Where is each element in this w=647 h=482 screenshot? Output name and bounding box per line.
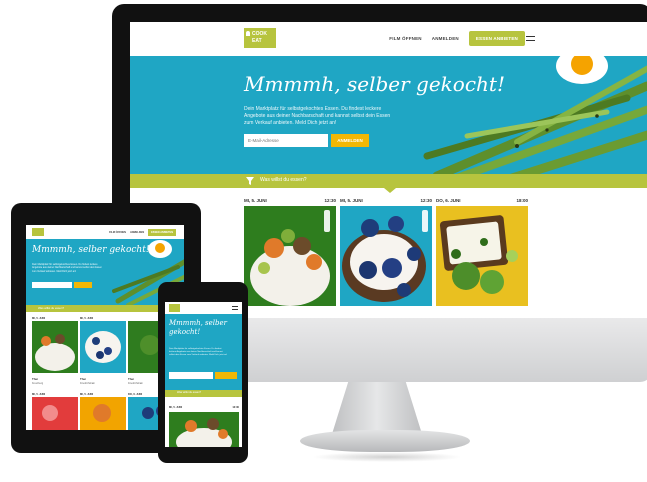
search-prompt: Was willst du essen? <box>177 391 202 394</box>
card-header: MI, 5. JUNI 12:30 <box>244 198 336 203</box>
meal-card[interactable]: MI, 5. JUNI 12:30 <box>244 198 336 311</box>
hamburger-menu-icon[interactable] <box>232 306 238 310</box>
hero-title: Mmmmh, selber gekocht! <box>32 245 150 255</box>
svg-text:MI, 5. JUNI: MI, 5. JUNI <box>80 316 93 320</box>
search-prompt: Was willst du essen? <box>38 306 65 310</box>
hero-signup-button[interactable]: ANMELDEN <box>331 134 369 147</box>
monitor-stand-neck <box>332 382 422 434</box>
logo-line-2: EAT <box>252 38 262 44</box>
card-day: MI, 5. JUNI <box>169 406 183 409</box>
svg-text:Thai: Thai <box>80 377 86 381</box>
phone-screen: Mmmmh, selber gekocht! Dein Marktplatz f… <box>165 302 242 447</box>
nav-item-login[interactable]: ANMELDEN <box>432 36 459 41</box>
email-field[interactable] <box>244 134 328 147</box>
cook-eat-logo[interactable]: COOK EAT <box>244 28 276 48</box>
svg-text:DO, 6. JUNI: DO, 6. JUNI <box>128 392 142 396</box>
offer-food-button[interactable]: ESSEN ANBIETEN <box>148 229 176 236</box>
tablet-nav: FILM ÖFFNEN ANMELDEN ESSEN ANBIETEN <box>109 229 176 236</box>
monitor-stand-shadow <box>312 452 462 462</box>
cook-eat-logo[interactable] <box>169 304 180 312</box>
card-day: MI, 5. JUNI <box>340 198 363 203</box>
logo-line-1: COOK <box>252 31 267 37</box>
svg-text:MI, 5. JUNI: MI, 5. JUNI <box>80 392 93 396</box>
svg-text:Kreuzberg: Kreuzberg <box>32 382 44 385</box>
funnel-filter-icon <box>246 177 254 185</box>
hero-description: Dein Marktplatz für selbstgekochtes Esse… <box>244 106 391 126</box>
rice-curry-image[interactable] <box>169 412 239 447</box>
card-header: DO, 6. JUNI 18:00 <box>436 198 528 203</box>
card-day: DO, 6. JUNI <box>436 198 461 203</box>
hero-title: Mmmmh, selber gekocht! <box>244 72 505 96</box>
card-time: 12:30 <box>420 198 432 203</box>
site-header: COOK EAT FILM ÖFFNEN ANMELDEN ESSEN ANBI… <box>130 22 647 56</box>
hero-description: Dein Marktplatz für selbstgekochtes Esse… <box>32 263 102 273</box>
phone-hero: Mmmmh, selber gekocht! Dein Marktplatz f… <box>165 314 242 390</box>
hero-signup-button[interactable] <box>215 372 237 379</box>
device-mockup-stage: COOK EAT FILM ÖFFNEN ANMELDEN ESSEN ANBI… <box>0 0 647 482</box>
nav-item-film[interactable]: FILM ÖFFNEN <box>389 36 421 41</box>
tablet-header: FILM ÖFFNEN ANMELDEN ESSEN ANBIETEN <box>26 225 184 239</box>
meal-card[interactable]: MI, 5. JUNI 12:30 <box>340 198 432 311</box>
offer-food-button[interactable]: ESSEN ANBIETEN <box>468 31 525 46</box>
meal-card[interactable]: DO, 6. JUNI 18:00 <box>436 198 528 311</box>
svg-text:MI, 5. JUNI: MI, 5. JUNI <box>32 316 45 320</box>
nav-item-film[interactable]: FILM ÖFFNEN <box>109 231 126 234</box>
search-prompt: Was willst du essen? <box>260 177 307 183</box>
blueberry-yogurt-image <box>340 206 432 306</box>
search-strip[interactable]: Was willst du essen? <box>130 174 647 188</box>
feta-bread-image <box>436 206 528 306</box>
card-day: MI, 5. JUNI <box>244 198 267 203</box>
cook-eat-logo[interactable] <box>32 228 44 236</box>
chevron-down-icon[interactable] <box>384 188 396 193</box>
svg-text:Friedrichshain: Friedrichshain <box>80 382 96 385</box>
hero-section: Mmmmh, selber gekocht! Dein Marktplatz f… <box>130 56 647 174</box>
hero-title: Mmmmh, selber gekocht! <box>169 319 227 336</box>
card-header: MI, 5. JUNI 12:30 <box>340 198 432 203</box>
nav-item-login[interactable]: ANMELDEN <box>130 231 144 234</box>
email-field[interactable] <box>32 282 72 288</box>
card-time: 12:30 <box>324 198 336 203</box>
card-header: MI, 5. JUNI 12:30 <box>169 406 239 409</box>
phone-header <box>165 302 242 314</box>
main-nav: FILM ÖFFNEN ANMELDEN ESSEN ANBIETEN <box>389 31 525 46</box>
svg-text:Friedrichshain: Friedrichshain <box>128 382 144 385</box>
svg-text:Thai: Thai <box>32 377 38 381</box>
monitor-stand-base <box>300 430 470 452</box>
email-field[interactable] <box>169 372 213 379</box>
card-time: 18:00 <box>516 198 528 203</box>
svg-text:MI, 5. JUNI: MI, 5. JUNI <box>32 392 45 396</box>
chef-hat-icon <box>246 31 250 36</box>
rice-curry-image <box>244 206 336 306</box>
hero-signup-button[interactable] <box>74 282 92 288</box>
card-time: 12:30 <box>232 406 239 409</box>
hamburger-menu-icon[interactable] <box>526 36 535 41</box>
desktop-screen: COOK EAT FILM ÖFFNEN ANMELDEN ESSEN ANBI… <box>130 22 647 318</box>
hero-description: Dein Marktplatz für selbstgekochtes Esse… <box>169 348 228 357</box>
svg-text:Thai: Thai <box>128 377 134 381</box>
